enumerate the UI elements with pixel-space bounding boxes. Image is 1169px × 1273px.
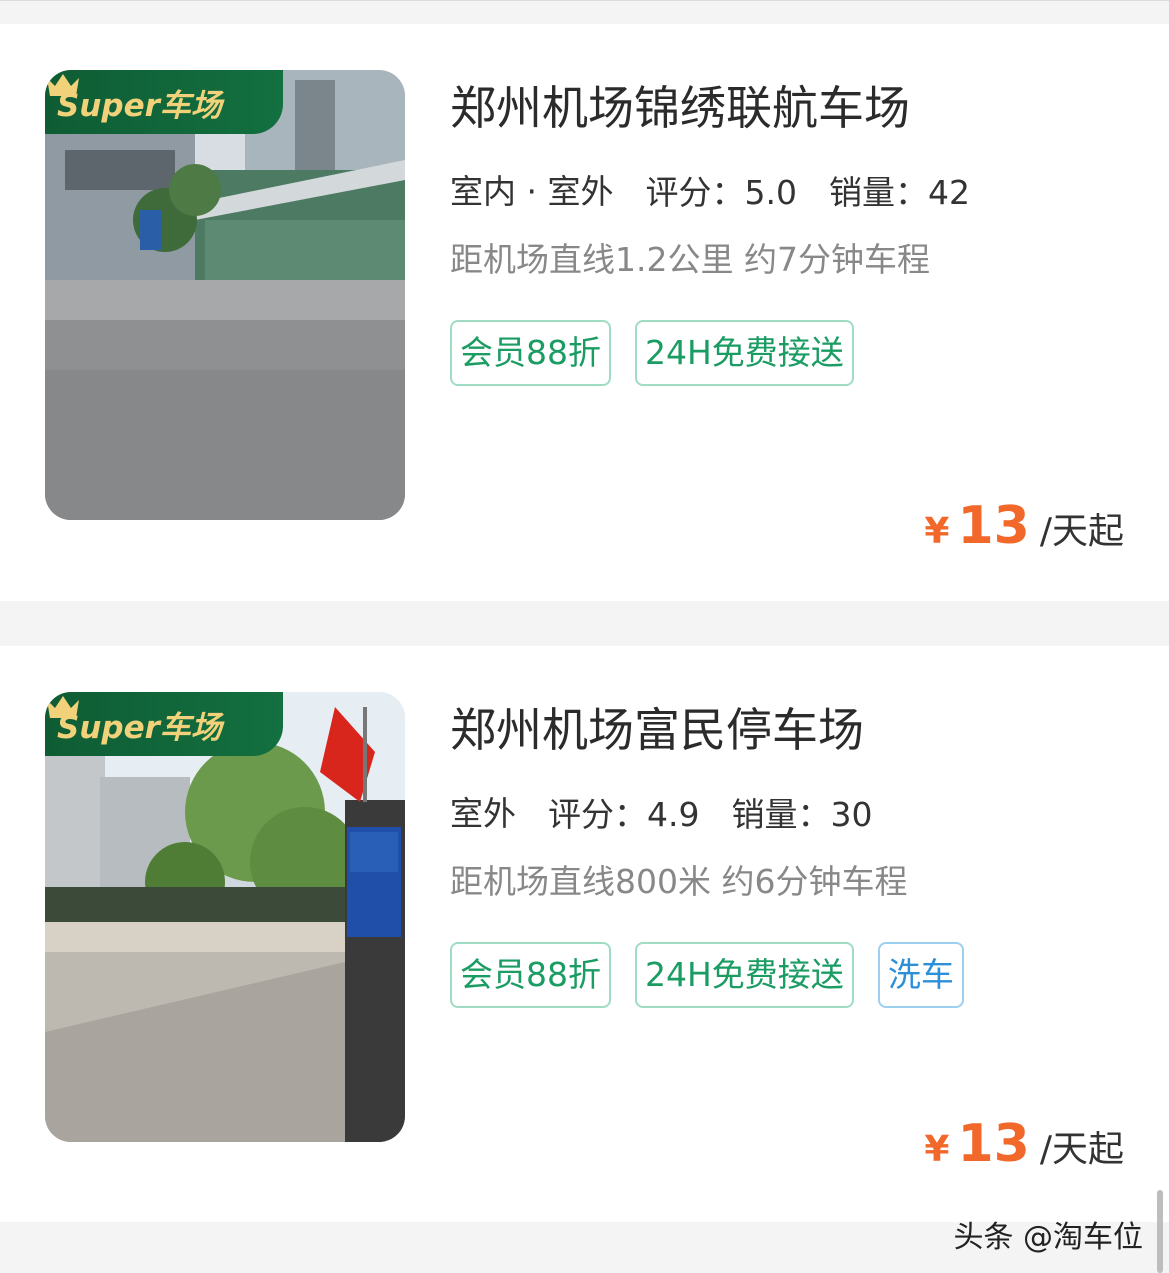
tag-member-discount: 会员88折	[450, 320, 611, 386]
lot-info: 郑州机场锦绣联航车场 室内 · 室外 评分： 5.0 销量： 42 距机场直线1…	[450, 76, 1140, 386]
lot-meta: 室内 · 室外 评分： 5.0 销量： 42	[450, 170, 1140, 216]
scrollbar[interactable]	[1157, 1190, 1163, 1273]
tag-free-shuttle: 24H免费接送	[635, 320, 854, 386]
price-value: 13	[957, 496, 1030, 556]
lot-type: 室外	[450, 792, 516, 838]
parking-lot-photo-image	[45, 692, 405, 1142]
rating-value: 4.9	[647, 795, 700, 834]
sales-label: 销量：	[731, 795, 831, 834]
super-lot-badge: Super车场	[45, 692, 283, 756]
lot-type: 室内 · 室外	[450, 170, 614, 216]
tag-member-discount: 会员88折	[450, 942, 611, 1008]
tag-car-wash: 洗车	[877, 942, 964, 1008]
parking-lot-card[interactable]: Super车场 郑州机场锦绣联航车场 室内 · 室外 评分： 5.0 销量： 4…	[0, 24, 1169, 601]
currency-symbol: ¥	[924, 1129, 950, 1170]
top-divider	[0, 0, 1169, 24]
lot-name[interactable]: 郑州机场锦绣联航车场	[450, 76, 1140, 140]
tag-list: 会员88折 24H免费接送 洗车	[450, 942, 1050, 1008]
watermark: 头条 @淘车位	[953, 1220, 1143, 1255]
price-unit: /天起	[1039, 511, 1124, 552]
parking-lot-photo[interactable]: Super车场	[45, 70, 405, 520]
lot-info: 郑州机场富民停车场 室外 评分： 4.9 销量： 30 距机场直线800米 约6…	[450, 698, 1140, 1008]
currency-symbol: ¥	[924, 511, 950, 552]
price-unit: /天起	[1039, 1129, 1124, 1170]
crown-icon	[47, 696, 79, 718]
sales-value: 30	[830, 795, 873, 834]
price-value: 13	[957, 1114, 1030, 1174]
distance-text: 距机场直线1.2公里 约7分钟车程	[450, 240, 930, 279]
lot-meta: 室外 评分： 4.9 销量： 30	[450, 792, 1140, 838]
sales-value: 42	[927, 173, 970, 212]
tag-free-shuttle: 24H免费接送	[635, 942, 854, 1008]
sales-label: 销量：	[828, 173, 928, 212]
price: ¥ 13 /天起	[924, 496, 1124, 556]
distance-text: 距机场直线800米 约6分钟车程	[450, 862, 908, 901]
page: Super车场 郑州机场锦绣联航车场 室内 · 室外 评分： 5.0 销量： 4…	[0, 0, 1169, 1273]
parking-lot-photo[interactable]: Super车场	[45, 692, 405, 1142]
lot-name[interactable]: 郑州机场富民停车场	[450, 698, 1140, 762]
parking-lot-photo-image	[45, 70, 405, 520]
price: ¥ 13 /天起	[924, 1114, 1124, 1174]
crown-icon	[47, 74, 79, 96]
badge-label: Super车场	[57, 87, 222, 124]
rating-label: 评分：	[548, 795, 647, 834]
parking-lot-card[interactable]: Super车场 郑州机场富民停车场 室外 评分： 4.9 销量： 30 距机场直…	[0, 646, 1169, 1222]
rating-value: 5.0	[744, 173, 797, 212]
rating-label: 评分：	[645, 173, 745, 212]
tag-list: 会员88折 24H免费接送	[450, 320, 1050, 386]
super-lot-badge: Super车场	[45, 70, 283, 134]
badge-label: Super车场	[57, 709, 222, 746]
